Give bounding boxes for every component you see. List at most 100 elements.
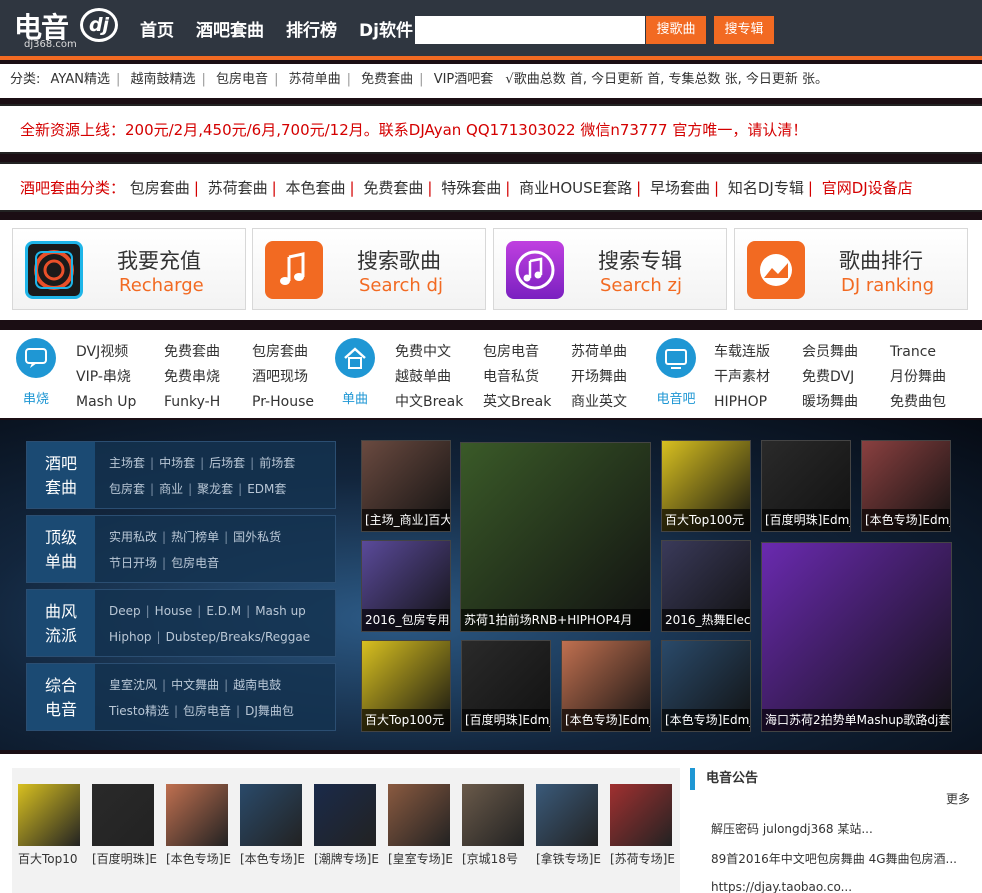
side-link[interactable]: 皇室沈风: [109, 678, 157, 692]
side-link[interactable]: 包房电音: [183, 704, 231, 718]
announcements-more-link[interactable]: 更多: [946, 790, 970, 807]
featured-album[interactable]: 2016_热舞Electr: [661, 540, 751, 632]
quick-link[interactable]: 包房电音: [483, 340, 551, 365]
grid-album-caption[interactable]: [本色专场]E: [240, 850, 316, 867]
grid-album-caption[interactable]: [潮牌专场]E: [314, 850, 390, 867]
search-song-quick-button[interactable]: 搜索歌曲 Search dj: [252, 228, 486, 310]
group-label[interactable]: 电音吧: [654, 388, 698, 407]
grid-album-cover[interactable]: [388, 784, 450, 846]
side-link[interactable]: 中文舞曲: [171, 678, 219, 692]
ranking-button[interactable]: 歌曲排行 DJ ranking: [734, 228, 968, 310]
quick-link[interactable]: 干声素材: [714, 365, 770, 390]
announcement-item[interactable]: 解压密码 julongdj368 某站...: [711, 820, 873, 837]
quick-link[interactable]: 越鼓单曲: [395, 365, 463, 390]
side-link[interactable]: 节日开场: [109, 556, 157, 570]
side-link[interactable]: Dubstep/Breaks/Reggae: [166, 630, 311, 644]
quick-link[interactable]: VIP-串烧: [76, 365, 136, 390]
side-link[interactable]: EDM套: [247, 482, 286, 496]
quick-link[interactable]: 免费DVJ: [802, 365, 858, 390]
quick-link[interactable]: DVJ视频: [76, 340, 136, 365]
side-link[interactable]: 包房电音: [171, 556, 219, 570]
nav-ranking[interactable]: 排行榜: [286, 16, 337, 41]
quick-link[interactable]: 苏荷单曲: [571, 340, 627, 365]
quick-link[interactable]: 酒吧现场: [252, 365, 314, 390]
side-link[interactable]: House: [155, 604, 193, 618]
grid-album-cover[interactable]: [536, 784, 598, 846]
set-cat-special[interactable]: 特殊套曲: [441, 179, 501, 197]
side-menu-label[interactable]: 综合 电音: [27, 664, 95, 730]
search-album-button[interactable]: 搜专辑: [714, 16, 774, 44]
set-cat-bense[interactable]: 本色套曲: [286, 179, 346, 197]
quick-link[interactable]: 免费中文: [395, 340, 463, 365]
quick-link[interactable]: 免费曲包: [890, 390, 946, 415]
quick-link[interactable]: 免费串烧: [164, 365, 220, 390]
set-cat-soho[interactable]: 苏荷套曲: [208, 179, 268, 197]
search-album-quick-button[interactable]: 搜索专辑 Search zj: [493, 228, 727, 310]
side-link[interactable]: 后场套: [209, 456, 245, 470]
side-menu-label[interactable]: 顶级 单曲: [27, 516, 95, 582]
grid-album-cover[interactable]: [462, 784, 524, 846]
quick-link[interactable]: 暖场舞曲: [802, 390, 858, 415]
quick-link[interactable]: 月份舞曲: [890, 365, 946, 390]
quick-link[interactable]: 电音私货: [483, 365, 551, 390]
featured-album[interactable]: 百大Top100元: [361, 640, 451, 732]
grid-album-cover[interactable]: [92, 784, 154, 846]
quick-link[interactable]: 英文Break: [483, 390, 551, 415]
side-link[interactable]: 商业: [159, 482, 183, 496]
quick-link[interactable]: 中文Break: [395, 390, 463, 415]
grid-album-caption[interactable]: [拿铁专场]E: [536, 850, 612, 867]
announcement-item[interactable]: 89首2016年中文吧包房舞曲 4G舞曲包房酒...: [711, 850, 957, 867]
nav-dj-software[interactable]: Dj软件: [359, 16, 413, 41]
category-free-sets[interactable]: 免费套曲: [361, 72, 413, 87]
set-cat-room[interactable]: 包房套曲: [130, 179, 190, 197]
featured-album[interactable]: 2016_包房专用H: [361, 540, 451, 632]
grid-album-cover[interactable]: [166, 784, 228, 846]
quick-link[interactable]: 会员舞曲: [802, 340, 858, 365]
quick-link[interactable]: Trance: [890, 340, 946, 365]
grid-album-cover[interactable]: [240, 784, 302, 846]
category-ayan[interactable]: AYAN精选: [51, 72, 110, 87]
category-soho-single[interactable]: 苏荷单曲: [289, 72, 341, 87]
search-input[interactable]: [415, 16, 645, 44]
quick-link[interactable]: 商业英文: [571, 390, 627, 415]
quick-link[interactable]: 包房套曲: [252, 340, 314, 365]
side-link[interactable]: 包房套: [109, 482, 145, 496]
recharge-button[interactable]: 我要充值 Recharge: [12, 228, 246, 310]
set-cat-famous-dj[interactable]: 知名DJ专辑: [728, 179, 804, 197]
group-label[interactable]: 串烧: [16, 388, 56, 407]
side-link[interactable]: Hiphop: [109, 630, 152, 644]
grid-album-caption[interactable]: [本色专场]E: [166, 850, 242, 867]
side-link[interactable]: 前场套: [259, 456, 295, 470]
featured-album[interactable]: [本色专场]Edm_: [661, 640, 751, 732]
side-link[interactable]: Mash up: [255, 604, 306, 618]
quick-link[interactable]: 开场舞曲: [571, 365, 627, 390]
quick-link[interactable]: 免费套曲: [164, 340, 220, 365]
set-cat-free[interactable]: 免费套曲: [363, 179, 423, 197]
quick-link[interactable]: Mash Up: [76, 390, 136, 415]
grid-album-caption[interactable]: [皇室专场]E: [388, 850, 464, 867]
featured-album[interactable]: [百度明珠]Edm_: [761, 440, 851, 532]
quick-link[interactable]: Pr-House: [252, 390, 314, 415]
featured-album[interactable]: [百度明珠]Edm_: [461, 640, 551, 732]
set-cat-morning[interactable]: 早场套曲: [650, 179, 710, 197]
side-link[interactable]: 主场套: [109, 456, 145, 470]
quick-link[interactable]: Funky-H: [164, 390, 220, 415]
side-menu-label[interactable]: 酒吧 套曲: [27, 442, 95, 508]
grid-album-caption[interactable]: [百度明珠]E: [92, 850, 168, 867]
side-link[interactable]: 中场套: [159, 456, 195, 470]
side-link[interactable]: 国外私货: [233, 530, 281, 544]
featured-album[interactable]: [本色专场]Edm_: [861, 440, 951, 532]
side-link[interactable]: E.D.M: [206, 604, 241, 618]
grid-album-caption[interactable]: 百大Top10: [18, 850, 94, 867]
grid-album-cover[interactable]: [314, 784, 376, 846]
search-song-button[interactable]: 搜歌曲: [646, 16, 706, 44]
side-link[interactable]: 实用私改: [109, 530, 157, 544]
category-room-edm[interactable]: 包房电音: [216, 72, 268, 87]
grid-album-caption[interactable]: [京城18号: [462, 850, 538, 867]
nav-home[interactable]: 首页: [140, 16, 174, 41]
grid-album-cover[interactable]: [18, 784, 80, 846]
featured-album-large[interactable]: 海口苏荷2拍势单Mashup歌路dj套: [761, 542, 952, 732]
quick-link[interactable]: HIPHOP: [714, 390, 770, 415]
grid-album-cover[interactable]: [610, 784, 672, 846]
featured-album[interactable]: 百大Top100元: [661, 440, 751, 532]
